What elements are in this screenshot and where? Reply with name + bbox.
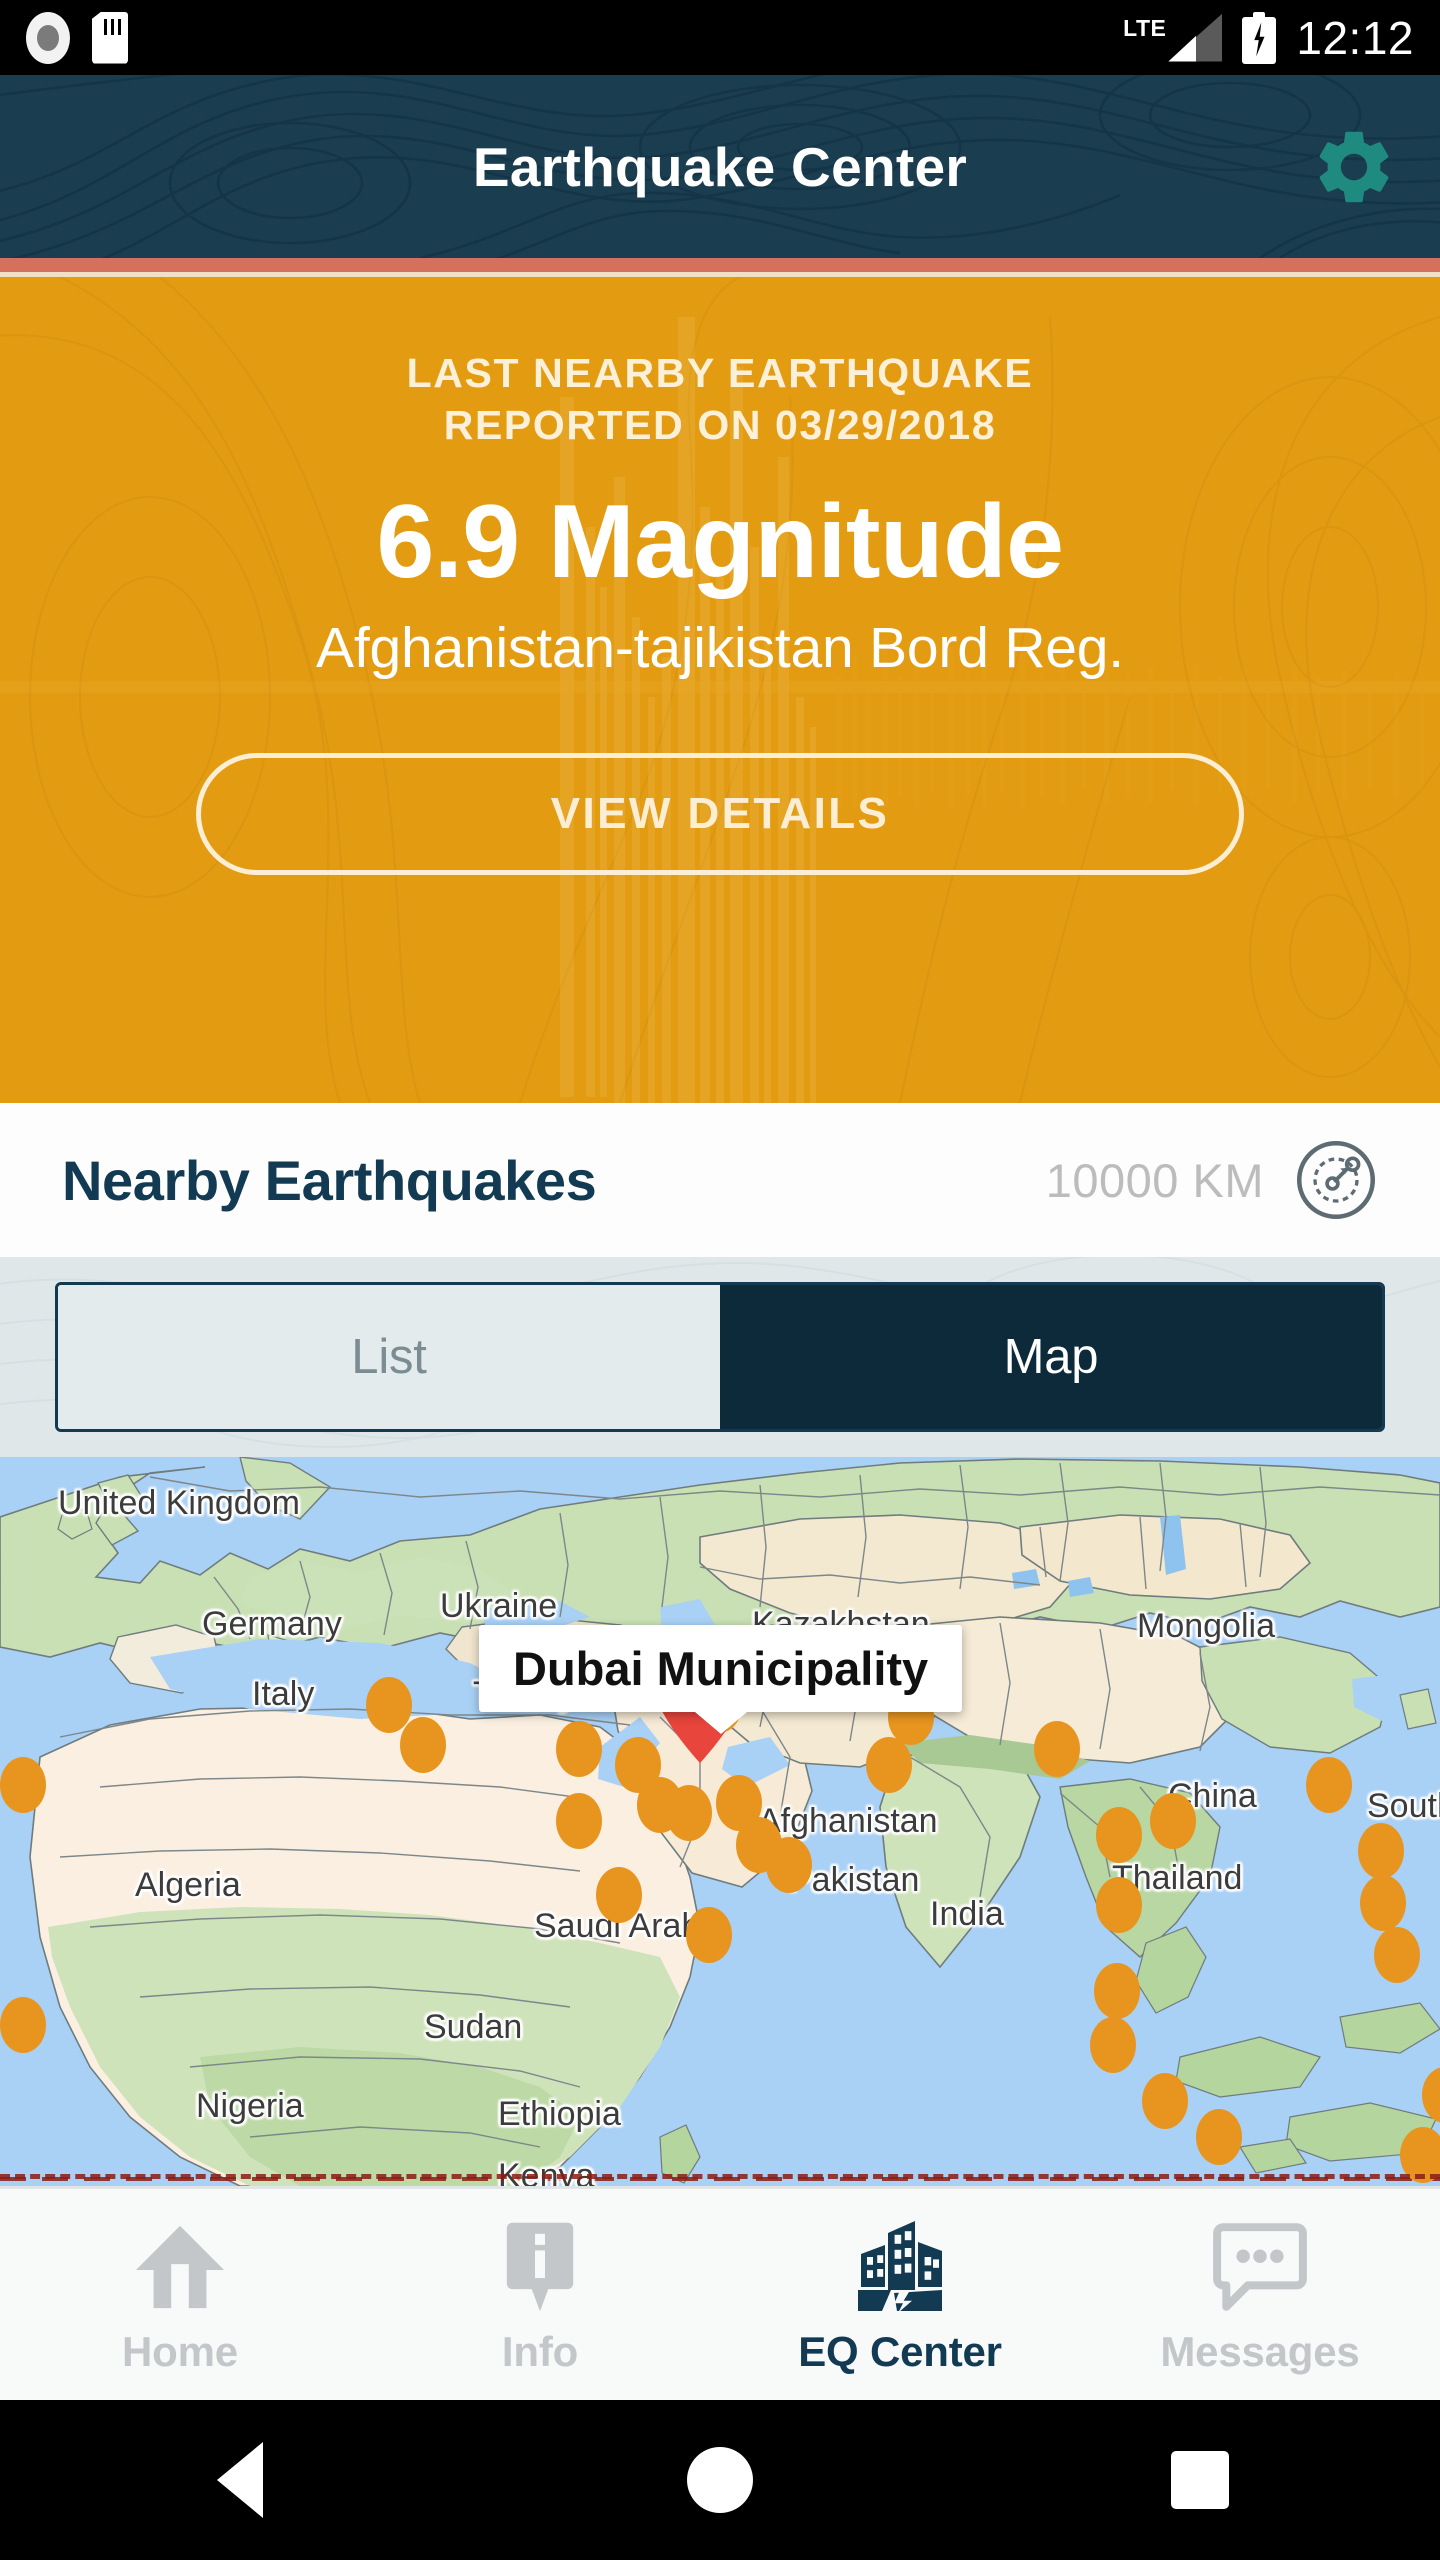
home-circle-icon[interactable]: [660, 2420, 780, 2540]
radius-control[interactable]: 10000 KM: [1046, 1138, 1378, 1222]
broken-buildings-icon: [848, 2214, 952, 2314]
earthquake-marker-dot[interactable]: [1142, 2073, 1188, 2129]
header-accent-divider: [0, 258, 1440, 272]
signal-icon: LTE: [1123, 14, 1222, 62]
app-header: Earthquake Center: [0, 75, 1440, 258]
nav-item-label: EQ Center: [798, 2327, 1002, 2375]
earthquake-marker-dot[interactable]: [596, 1867, 642, 1923]
android-system-nav: [0, 2400, 1440, 2560]
view-details-button[interactable]: VIEW DETAILS: [196, 753, 1244, 876]
sd-card-icon: [92, 11, 128, 64]
status-bar: LTE 12:12: [0, 0, 1440, 75]
earthquake-marker-dot[interactable]: [1094, 1963, 1140, 2019]
nav-item-home[interactable]: Home: [0, 2189, 360, 2400]
hero-kicker: LAST NEARBY EARTHQUAKE REPORTED ON 03/29…: [407, 347, 1034, 452]
page-title: Earthquake Center: [472, 135, 968, 198]
status-bar-left: [26, 11, 128, 64]
earthquake-marker-dot[interactable]: [1150, 1793, 1196, 1849]
earthquake-map[interactable]: United Kingdom Germany Ukraine Italy Tur…: [0, 1457, 1440, 2186]
record-icon: [26, 11, 70, 64]
earthquake-marker-dot[interactable]: [1196, 2109, 1242, 2165]
hero-kicker-line-1: LAST NEARBY EARTHQUAKE: [406, 350, 1034, 396]
nav-item-label: Info: [501, 2327, 579, 2375]
nav-item-label: Home: [122, 2327, 238, 2375]
nearby-earthquakes-section-header: Nearby Earthquakes 10000 KM: [0, 1103, 1440, 1257]
earthquake-marker-dot[interactable]: [1374, 1927, 1420, 1983]
nav-item-messages[interactable]: Messages: [1080, 2189, 1440, 2400]
nav-item-eq-center[interactable]: EQ Center: [720, 2189, 1080, 2400]
recents-square-icon[interactable]: [1140, 2420, 1260, 2540]
network-type-label: LTE: [1123, 14, 1167, 41]
earthquake-marker-dot[interactable]: [1096, 1877, 1142, 1933]
info-pin-icon: [499, 2214, 581, 2314]
magnitude-headline: 6.9 Magnitude: [376, 483, 1064, 600]
earthquake-marker-dot[interactable]: [1360, 1875, 1406, 1931]
nav-item-label: Messages: [1160, 2327, 1360, 2375]
earthquake-marker-dot[interactable]: [0, 1997, 46, 2053]
nav-item-info[interactable]: Info: [360, 2189, 720, 2400]
earthquake-marker-dot[interactable]: [1306, 1757, 1352, 1813]
gear-icon[interactable]: [1310, 123, 1398, 211]
earthquake-marker-dot[interactable]: [866, 1737, 912, 1793]
section-title: Nearby Earthquakes: [62, 1148, 597, 1212]
back-triangle-icon[interactable]: [180, 2420, 300, 2540]
earthquake-marker-dot[interactable]: [686, 1907, 732, 1963]
hero-kicker-line-2: REPORTED ON 03/29/2018: [443, 402, 997, 449]
earthquake-marker-dot[interactable]: [1358, 1823, 1404, 1879]
region-label: Afghanistan-tajikistan Bord Reg.: [316, 616, 1124, 681]
earthquake-marker-dot[interactable]: [556, 1721, 602, 1777]
earthquake-marker-dot[interactable]: [1034, 1721, 1080, 1777]
earthquake-marker-dot[interactable]: [0, 1757, 46, 1813]
map-info-window[interactable]: Dubai Municipality: [479, 1625, 963, 1712]
tab-map[interactable]: Map: [720, 1285, 1382, 1429]
earthquake-marker-dot[interactable]: [400, 1717, 446, 1773]
clock-label: 12:12: [1296, 11, 1414, 64]
last-earthquake-hero: LAST NEARBY EARTHQUAKE REPORTED ON 03/29…: [0, 277, 1440, 1103]
radius-value-label: 10000 KM: [1045, 1153, 1264, 1207]
app-screen: LTE 12:12 Earthquake Center LAST NEARBY …: [0, 0, 1440, 2560]
status-bar-right: LTE 12:12: [1123, 11, 1414, 64]
battery-charging-icon: [1242, 11, 1277, 64]
earthquake-marker-dot[interactable]: [556, 1793, 602, 1849]
bottom-navigation: Home Info EQ Center Messages: [0, 2186, 1440, 2400]
radar-radius-icon[interactable]: [1294, 1138, 1378, 1222]
tab-list[interactable]: List: [58, 1285, 720, 1429]
chat-bubble-icon: [1211, 2214, 1309, 2314]
view-mode-tab-container: List Map: [0, 1257, 1440, 1457]
map-boundary-dashed-line: [0, 2174, 1440, 2179]
map-geography: [0, 1457, 1440, 2186]
earthquake-marker-dot[interactable]: [666, 1785, 712, 1841]
earthquake-marker-dot[interactable]: [766, 1837, 812, 1893]
earthquake-marker-dot[interactable]: [366, 1677, 412, 1733]
home-icon: [133, 2214, 227, 2314]
earthquake-marker-dot[interactable]: [1096, 1807, 1142, 1863]
earthquake-marker-dot[interactable]: [1090, 2017, 1136, 2073]
view-mode-tabs: List Map: [55, 1282, 1385, 1432]
